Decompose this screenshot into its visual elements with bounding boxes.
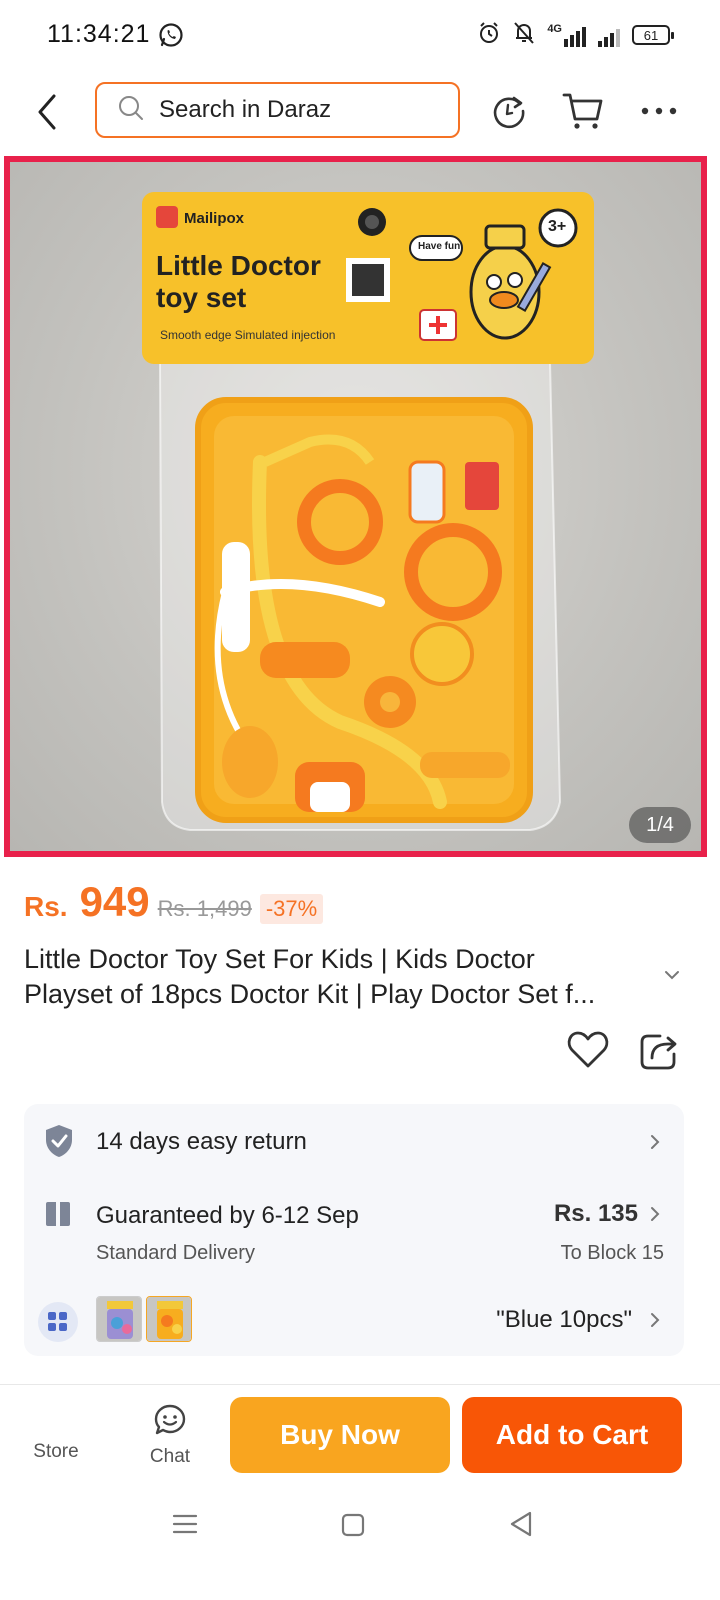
delivery-date-text: Guaranteed by 6-12 Sep [96, 1202, 359, 1229]
service-info-card: 14 days easy return Guaranteed by 6-12 S… [24, 1104, 684, 1356]
cart-button[interactable] [560, 88, 606, 134]
bottom-action-bar: Store Chat Buy Now Add to Cart [0, 1384, 720, 1490]
search-bar[interactable] [95, 82, 460, 138]
product-title[interactable]: Little Doctor Toy Set For Kids | Kids Do… [24, 942, 664, 1012]
signal-icon-2 [598, 23, 620, 47]
signal-icon: 4G [547, 23, 586, 47]
refresh-icon [493, 96, 525, 129]
price-row: Rs. 949 Rs. 1,499 -37% [24, 878, 324, 928]
shield-check-icon [44, 1124, 74, 1163]
package-bubble-text: Have fun [418, 241, 461, 252]
back-arrow-icon [38, 94, 56, 130]
discount-badge: -37% [259, 894, 324, 924]
variant-thumbnail-blue[interactable] [96, 1296, 142, 1342]
pager-text: 1/4 [646, 813, 674, 836]
chevron-right-icon [648, 1132, 662, 1152]
delivery-row[interactable]: Guaranteed by 6-12 Sep Standard Delivery [24, 1182, 684, 1282]
delivery-type-text: Standard Delivery [96, 1242, 255, 1264]
variants-grid-icon [38, 1302, 78, 1342]
buy-now-button[interactable]: Buy Now [230, 1397, 450, 1473]
refresh-button[interactable] [486, 88, 532, 134]
more-button[interactable] [636, 88, 682, 134]
home-button[interactable] [340, 1512, 366, 1543]
heart-icon [567, 1031, 609, 1068]
system-navigation-bar [0, 1490, 720, 1600]
selected-variant-text: "Blue 10pcs" [496, 1306, 632, 1333]
search-icon [117, 94, 145, 127]
battery-level: 61 [643, 27, 659, 43]
cart-icon [562, 93, 603, 129]
package-title-line1: Little Doctor [156, 250, 321, 281]
return-policy-row[interactable]: 14 days easy return [24, 1104, 684, 1176]
wishlist-button[interactable] [566, 1030, 610, 1074]
chevron-down-icon [665, 971, 679, 980]
product-image-gallery[interactable]: Mailipox Little Doctor toy set 3+ Have f… [4, 156, 707, 857]
status-bar: 11:34:21 4G 61 [0, 0, 720, 70]
current-price: 949 [79, 878, 150, 925]
expand-title-button[interactable] [662, 968, 684, 984]
original-price: Rs. 1,499 [157, 896, 252, 921]
battery-icon: 61 [632, 25, 674, 45]
delivery-destination: To Block 15 [560, 1242, 664, 1264]
image-pager-badge: 1/4 [629, 807, 691, 843]
whatsapp-icon [158, 22, 186, 50]
chat-label: Chat [149, 1446, 191, 1467]
system-back-button[interactable] [508, 1510, 534, 1543]
store-button[interactable]: Store [24, 1441, 88, 1463]
menu-lines-icon [172, 1514, 198, 1534]
back-button[interactable] [30, 90, 70, 134]
product-title-line1: Little Doctor Toy Set For Kids | Kids Do… [24, 944, 535, 974]
chat-icon [154, 1404, 186, 1435]
store-label: Store [33, 1441, 79, 1462]
chevron-right-icon [648, 1310, 662, 1330]
variant-thumbnail-orange[interactable] [146, 1296, 192, 1342]
home-square-icon [341, 1513, 365, 1537]
package-brand: Mailipox [184, 210, 245, 227]
delivery-fee: Rs. 135 [553, 1200, 638, 1227]
share-button[interactable] [638, 1030, 682, 1074]
back-triangle-icon [510, 1511, 532, 1537]
product-title-line2: Playset of 18pcs Doctor Kit | Play Docto… [24, 979, 596, 1009]
share-icon [640, 1034, 677, 1070]
delivery-box-icon [44, 1200, 72, 1233]
return-policy-text: 14 days easy return [96, 1128, 307, 1155]
network-type-label: 4G [547, 23, 562, 35]
status-time: 11:34:21 [47, 20, 151, 48]
chat-button[interactable]: Chat [138, 1403, 202, 1468]
add-to-cart-button[interactable]: Add to Cart [462, 1397, 682, 1473]
package-features: Smooth edge Simulated injection [160, 328, 336, 342]
more-icon [641, 107, 677, 115]
chevron-right-icon [648, 1204, 662, 1224]
recents-button[interactable] [172, 1512, 198, 1541]
alarm-icon [477, 21, 501, 50]
search-input[interactable] [159, 96, 429, 124]
package-age-badge: 3+ [548, 218, 567, 235]
package-title-line2: toy set [156, 282, 247, 313]
price-currency: Rs. [24, 891, 68, 922]
product-photo [142, 192, 594, 831]
bell-off-icon [513, 21, 535, 50]
